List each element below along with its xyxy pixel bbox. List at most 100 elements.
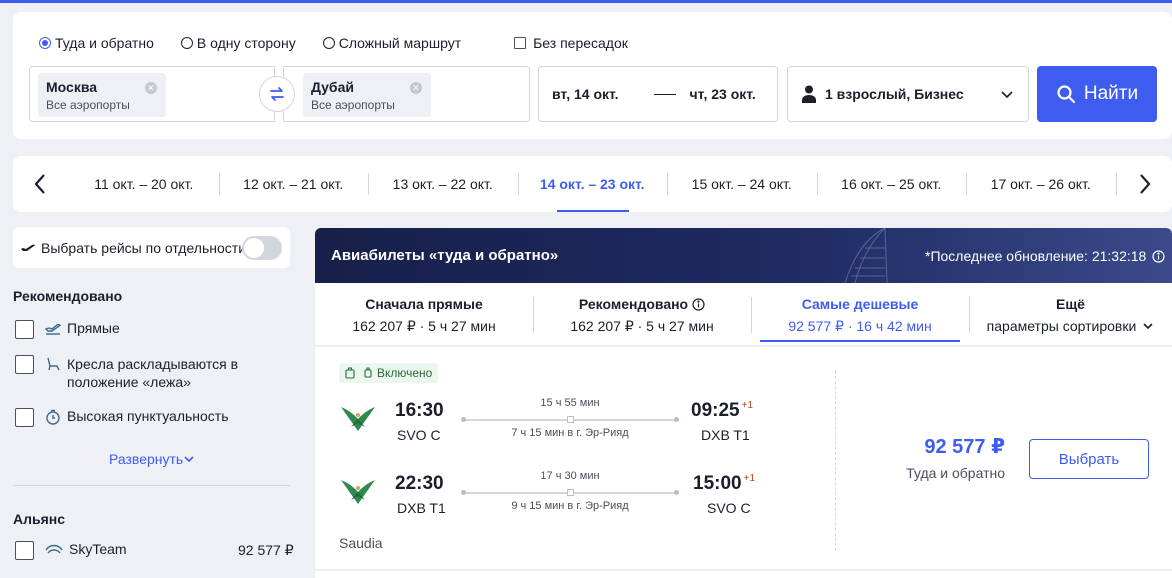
expand-filters-link[interactable]: Развернуть xyxy=(109,451,195,467)
direct-flight-icon xyxy=(45,323,61,335)
alliance-title: Альянс xyxy=(13,511,66,527)
carousel-divider xyxy=(1116,173,1117,195)
date-out: вт, 14 окт. xyxy=(552,86,619,102)
swap-icon xyxy=(270,87,284,101)
filter-label: Высокая пунктуальность xyxy=(67,408,229,424)
nonstop-checkbox[interactable]: Без пересадок xyxy=(514,35,628,51)
carousel-date-range[interactable]: 16 окт. – 25 окт. xyxy=(816,156,967,212)
chevron-right-icon xyxy=(1140,174,1151,194)
carousel-date-range[interactable]: 15 окт. – 24 окт. xyxy=(667,156,817,212)
carousel-next-button[interactable] xyxy=(1133,172,1157,196)
trip-option-roundtrip[interactable]: Туда и обратно xyxy=(39,35,154,51)
carry-on-icon xyxy=(364,367,372,378)
sort-sub: 92 577 ₽ · 16 ч 42 мин xyxy=(788,318,932,334)
sort-sub: 162 207 ₽ · 5 ч 27 мин xyxy=(570,318,714,334)
trip-type-options: Туда и обратно В одну сторону Сложный ма… xyxy=(39,34,655,52)
sort-tab-more[interactable]: Ещё параметры сортировки xyxy=(969,283,1172,345)
separate-flights-switch[interactable] xyxy=(242,236,282,260)
checkbox-icon xyxy=(15,355,34,374)
flight-segment-return: 22:30 DXB T1 17 ч 30 мин 9 ч 15 мин в г.… xyxy=(337,470,817,520)
nonstop-label: Без пересадок xyxy=(533,35,628,51)
sort-tab-recommended[interactable]: Рекомендовано 162 207 ₽ · 5 ч 27 мин xyxy=(533,283,751,345)
origin-city: Москва xyxy=(46,79,98,95)
origin-field[interactable]: Москва Все аэропорты ✕ xyxy=(29,66,275,122)
search-icon xyxy=(1057,85,1075,104)
info-icon xyxy=(692,297,705,311)
route-line xyxy=(461,489,679,496)
last-update-text: *Последнее обновление: 21:32:18 xyxy=(925,248,1147,264)
chevron-down-icon xyxy=(1143,323,1153,330)
separate-flights-label: Выбрать рейсы по отдельности xyxy=(41,239,247,256)
trip-option-multicity[interactable]: Сложный маршрут xyxy=(322,35,462,51)
info-icon[interactable] xyxy=(1152,249,1165,263)
carousel-date-range[interactable]: 13 окт. – 22 окт. xyxy=(368,156,518,212)
date-back: чт, 23 окт. xyxy=(689,86,756,102)
passengers-field[interactable]: 1 взрослый, Бизнес xyxy=(787,66,1029,122)
person-icon xyxy=(802,85,816,103)
top-accent-line xyxy=(0,0,1172,3)
carousel-date-range[interactable]: 11 окт. – 20 окт. xyxy=(69,156,219,212)
layover-info: 7 ч 15 мин в г. Эр-Рияд xyxy=(511,427,629,439)
skyteam-icon xyxy=(45,544,63,554)
trip-option-label: Сложный маршрут xyxy=(338,35,462,51)
saudia-logo-icon xyxy=(341,480,375,504)
recommended-title: Рекомендовано xyxy=(13,288,123,304)
burj-al-arab-image xyxy=(844,228,888,283)
chevron-down-icon xyxy=(1001,91,1013,99)
sort-tab-direct[interactable]: Сначала прямые 162 207 ₽ · 5 ч 27 мин xyxy=(315,283,533,345)
carousel-prev-button[interactable] xyxy=(28,172,52,196)
filter-skyteam[interactable]: SkyTeam xyxy=(15,541,127,560)
destination-field[interactable]: Дубай Все аэропорты ✕ xyxy=(283,66,530,122)
separate-flights-toggle-card: Выбрать рейсы по отдельности xyxy=(13,227,290,268)
trip-option-label: Туда и обратно xyxy=(55,35,154,51)
filter-label: Прямые xyxy=(67,320,120,336)
filters-divider xyxy=(13,485,290,486)
find-button[interactable]: Найти xyxy=(1037,66,1157,122)
select-ticket-button[interactable]: Выбрать xyxy=(1029,439,1149,479)
last-update: *Последнее обновление: 21:32:18 xyxy=(925,248,1165,264)
results-header: Авиабилеты «туда и обратно» *Последнее о… xyxy=(315,228,1172,283)
sort-title: Сначала прямые xyxy=(365,296,483,312)
filter-label: SkyTeam xyxy=(69,541,127,557)
layover-info: 9 ч 15 мин в г. Эр-Рияд xyxy=(511,500,629,512)
arrival-time-group: 09:25 +1 xyxy=(691,400,753,422)
sort-tab-cheapest[interactable]: Самые дешевые 92 577 ₽ · 16 ч 42 мин xyxy=(751,283,969,345)
filter-direct[interactable]: Прямые xyxy=(15,320,120,339)
sort-title: Рекомендовано xyxy=(578,296,689,312)
passengers-value: 1 взрослый, Бизнес xyxy=(825,86,964,102)
checkbox-icon xyxy=(15,408,34,427)
filter-lie-flat[interactable]: Кресла раскладываются в положение «лежа» xyxy=(15,355,245,391)
checkbox-icon xyxy=(514,37,527,49)
dates-field[interactable]: вт, 14 окт. чт, 23 окт. xyxy=(538,66,778,122)
sort-sub-row: параметры сортировки xyxy=(969,318,1172,334)
checkbox-icon xyxy=(15,541,34,560)
departure-airport: DXB T1 xyxy=(397,500,446,516)
clear-origin-icon[interactable]: ✕ xyxy=(144,82,157,94)
flight-duration: 15 ч 55 мин xyxy=(540,397,600,409)
checkbox-icon xyxy=(15,320,34,339)
clear-destination-icon[interactable]: ✕ xyxy=(409,82,422,94)
arrival-time: 15:00 xyxy=(693,473,742,494)
origin-chip: Москва Все аэропорты ✕ xyxy=(38,73,166,117)
carousel-date-range[interactable]: 12 окт. – 21 окт. xyxy=(218,156,369,212)
saudia-logo-icon xyxy=(341,407,375,431)
sort-title: Самые дешевые xyxy=(801,296,919,312)
find-label: Найти xyxy=(1083,83,1139,104)
destination-city: Дубай xyxy=(311,79,354,95)
chevron-down-icon xyxy=(184,456,194,463)
arrival-airport: DXB T1 xyxy=(701,427,750,443)
expand-label: Развернуть xyxy=(109,451,184,467)
filter-punctuality[interactable]: Высокая пунктуальность xyxy=(15,408,229,427)
swap-button[interactable] xyxy=(259,76,295,112)
next-day-marker: +1 xyxy=(743,473,756,484)
stop-marker xyxy=(567,416,574,423)
carousel-date-range[interactable]: 17 окт. – 26 окт. xyxy=(966,156,1116,212)
skyteam-price: 92 577 ₽ xyxy=(238,542,294,558)
sort-title-row: Рекомендовано xyxy=(533,296,751,312)
trip-option-oneway[interactable]: В одну сторону xyxy=(180,35,296,51)
departure-time: 22:30 xyxy=(395,473,444,494)
destination-airports: Все аэропорты xyxy=(311,98,395,112)
departure-airport: SVO C xyxy=(397,427,441,443)
carousel-date-range-active[interactable]: 14 окт. – 23 окт. xyxy=(517,156,668,212)
flight-segment-outbound: 16:30 SVO C 15 ч 55 мин 7 ч 15 мин в г. … xyxy=(337,397,817,447)
